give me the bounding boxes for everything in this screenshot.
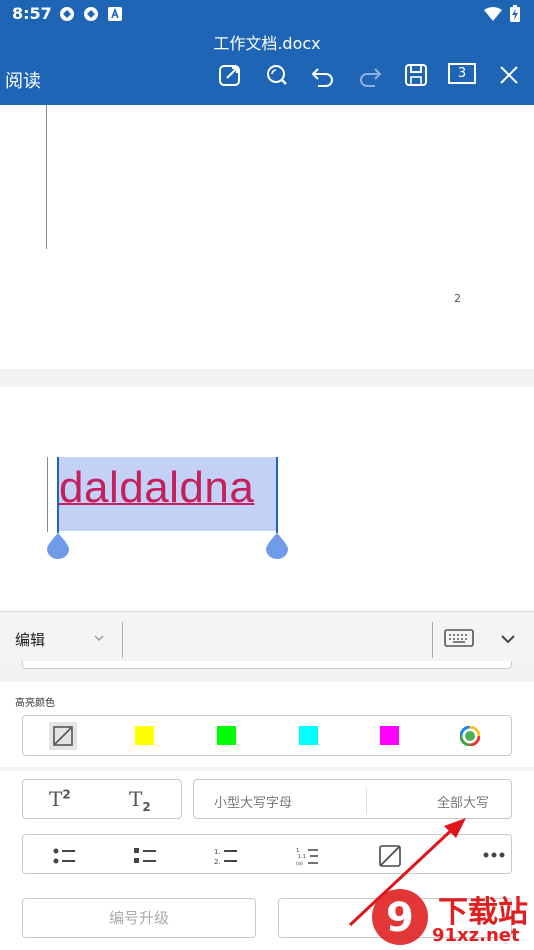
selection-start-line (57, 457, 59, 533)
edit-icon[interactable] (217, 62, 243, 88)
collapse-panel-icon[interactable] (500, 631, 516, 647)
read-mode-label[interactable]: 阅读 (5, 67, 41, 93)
highlight-color-label: 高亮颜色 (15, 698, 55, 709)
multilevel-list-icon[interactable]: 1.1.1(a) (296, 845, 320, 867)
wifi-icon (484, 6, 502, 21)
highlight-magenta-swatch[interactable] (380, 726, 399, 745)
more-icon[interactable] (482, 851, 506, 859)
svg-text:1.1: 1.1 (298, 854, 306, 860)
superscript-button[interactable]: T2 (49, 787, 71, 811)
selection-start-handle[interactable] (47, 533, 69, 559)
close-icon[interactable] (496, 62, 522, 88)
promote-numbering-button[interactable]: 编号升级 (22, 898, 256, 938)
margin-line (46, 105, 47, 249)
svg-text:9: 9 (386, 895, 414, 941)
page-number: 2 (454, 292, 461, 305)
keyboard-icon[interactable] (444, 628, 474, 648)
highlight-cyan-swatch[interactable] (299, 726, 318, 745)
status-bar: 8:57 (0, 0, 534, 26)
document-title: 工作文档.docx (213, 34, 321, 53)
undo-icon[interactable] (310, 62, 336, 88)
selection-end-line (276, 457, 278, 533)
site-watermark: 9 下载站 91xz.net (370, 885, 534, 950)
highlight-yellow-swatch[interactable] (135, 726, 154, 745)
bullet-list-icon[interactable] (52, 845, 76, 867)
color-picker-icon[interactable] (460, 726, 480, 746)
edit-toolbar: 编辑 (0, 611, 534, 661)
search-icon[interactable] (264, 62, 290, 88)
no-highlight-swatch[interactable] (49, 722, 77, 750)
watermark-url: 91xz.net (432, 925, 520, 946)
page-gap (0, 369, 534, 387)
subscript-button[interactable]: T2 (129, 787, 151, 814)
script-button-group: T2 T2 (22, 779, 182, 819)
list-button-group: 1. 2. 1. 1.1 (a) (22, 834, 512, 874)
chevron-down-icon[interactable] (92, 631, 106, 645)
small-caps-button[interactable]: 小型大写字母 (214, 792, 292, 811)
battery-charging-icon (510, 5, 520, 22)
app-icon (84, 7, 98, 21)
checklist-icon[interactable] (133, 845, 157, 867)
numbered-list-icon[interactable]: 1.2. (214, 845, 238, 867)
highlight-color-row (22, 715, 512, 756)
app-bar: 8:57 工作文档.docx 阅读 3 (0, 0, 534, 105)
svg-text:1.: 1. (214, 848, 221, 856)
highlight-green-swatch[interactable] (217, 726, 236, 745)
caps-button-group: 小型大写字母 全部大写 (193, 779, 512, 819)
watermark-logo: 9 (372, 889, 428, 945)
document-page: 2 (0, 105, 534, 369)
toolbar-input-area[interactable] (123, 622, 433, 658)
document-page[interactable]: daldaldna (0, 387, 534, 611)
divider (432, 622, 433, 658)
selection-end-handle[interactable] (266, 533, 288, 559)
save-icon[interactable] (403, 62, 429, 88)
a-icon (108, 7, 122, 21)
status-time: 8:57 (12, 4, 52, 23)
edit-mode-dropdown[interactable]: 编辑 (15, 629, 45, 650)
app-icon (60, 7, 74, 21)
divider (366, 788, 367, 814)
no-list-icon[interactable] (378, 845, 402, 867)
selected-text[interactable]: daldaldna (59, 463, 254, 513)
margin-line (47, 457, 48, 532)
page-count-button[interactable]: 3 (448, 63, 476, 84)
svg-text:2.: 2. (214, 858, 221, 866)
redo-icon[interactable] (357, 62, 383, 88)
partial-control-row (22, 661, 512, 669)
all-caps-button[interactable]: 全部大写 (437, 792, 489, 811)
svg-text:(a): (a) (296, 861, 303, 867)
